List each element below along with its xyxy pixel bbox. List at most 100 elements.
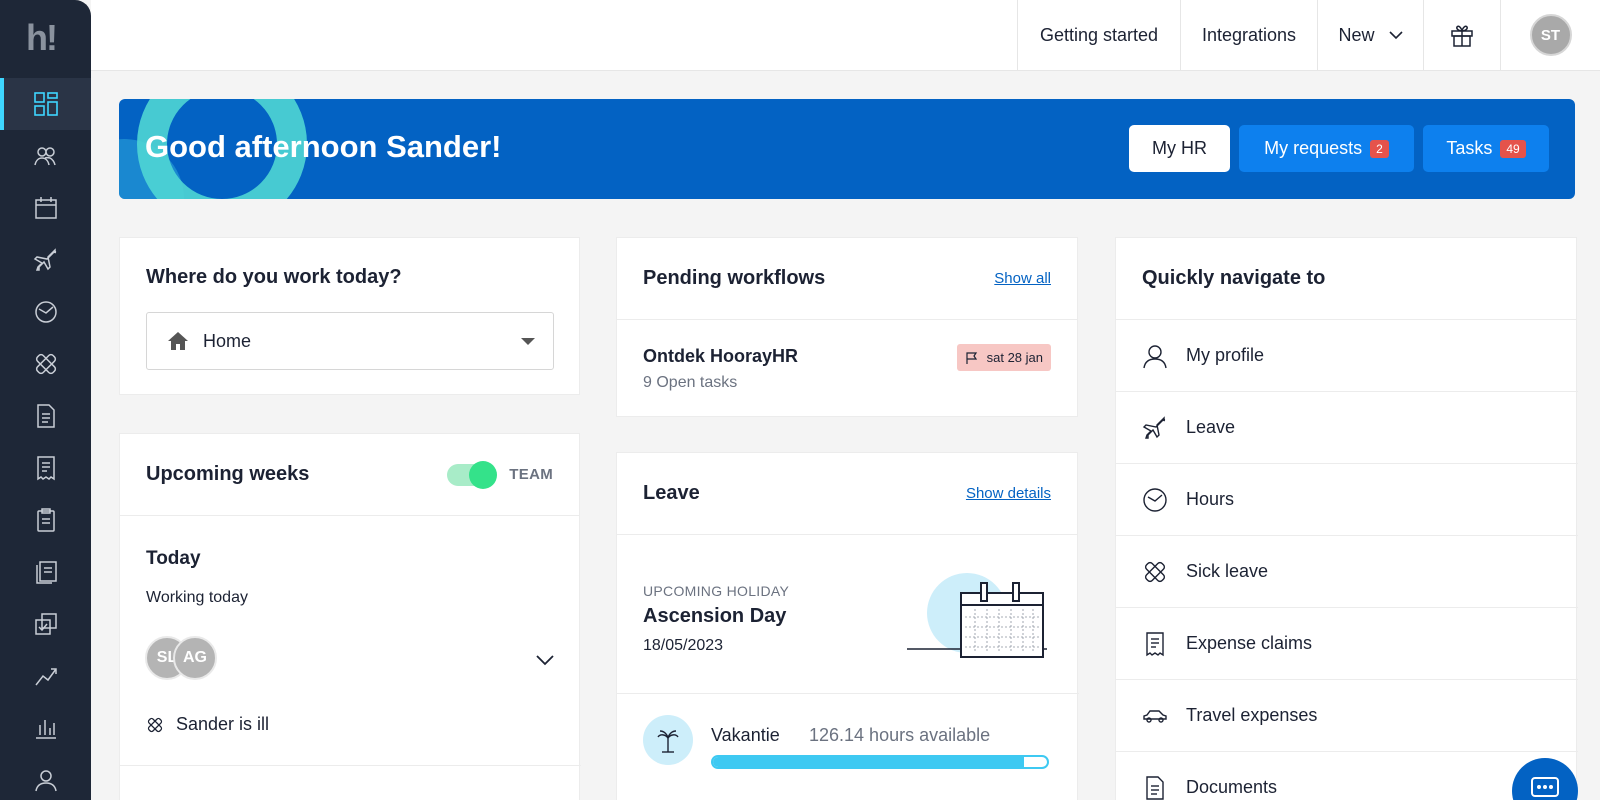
today-heading: Today [146, 548, 201, 569]
chevron-down-icon [1388, 31, 1403, 40]
due-date-text: sat 28 jan [986, 350, 1043, 365]
team-toggle-label: TEAM [509, 466, 553, 483]
dashboard-icon [33, 92, 58, 116]
app-logo[interactable]: h! [26, 18, 66, 58]
welcome-banner: Good afternoon Sander! My HR My requests… [119, 99, 1575, 199]
quick-nav-my-profile[interactable]: My profile [1116, 320, 1578, 392]
clipboard-icon [36, 508, 55, 532]
calendar-illustration [907, 573, 1047, 658]
show-all-link[interactable]: Show all [994, 270, 1051, 287]
quick-nav-label: Documents [1186, 777, 1278, 797]
sidebar-item-calendar[interactable] [0, 182, 91, 234]
checklist-icon [34, 613, 57, 635]
my-hr-button[interactable]: My HR [1129, 125, 1230, 172]
sidebar-item-hours[interactable] [0, 286, 91, 338]
gift-icon [1451, 25, 1473, 47]
documents-icon [35, 561, 57, 584]
tasks-count-badge: 49 [1500, 139, 1526, 158]
person-icon [1143, 344, 1167, 368]
sidebar-item-sick-leave[interactable] [0, 338, 91, 390]
requests-count-badge: 2 [1370, 139, 1389, 158]
quick-nav-title: Quickly navigate to [1142, 267, 1326, 289]
holiday-name: Ascension Day [643, 605, 787, 627]
my-requests-button[interactable]: My requests 2 [1239, 125, 1414, 172]
quick-nav-hours[interactable]: Hours [1116, 464, 1578, 536]
work-location-title: Where do you work today? [146, 266, 402, 288]
people-icon [33, 147, 56, 166]
sidebar-item-dashboard[interactable] [0, 78, 91, 130]
quick-nav-label: Hours [1186, 489, 1235, 509]
work-location-value: Home [203, 330, 252, 351]
due-date-badge: sat 28 jan [956, 344, 1051, 371]
plane-icon [1142, 415, 1166, 439]
vacation-type: Vakantie [711, 725, 780, 745]
quick-nav-label: Leave [1186, 417, 1236, 437]
workflow-title[interactable]: Ontdek HoorayHR [643, 346, 798, 367]
vacation-progress-bar [711, 755, 1049, 769]
tasks-button[interactable]: Tasks 49 [1423, 125, 1549, 172]
vacation-hours: 126.14 hours available [809, 725, 991, 745]
quick-nav-label: Sick leave [1186, 561, 1269, 581]
status-text: Sander is ill [176, 714, 270, 734]
flag-icon [966, 351, 977, 364]
getting-started-link[interactable]: Getting started [1017, 0, 1180, 70]
sidebar-item-reports[interactable] [0, 702, 91, 754]
pending-workflows-title: Pending workflows [643, 267, 826, 289]
sidebar-item-files[interactable] [0, 546, 91, 598]
chevron-down-icon[interactable] [536, 654, 554, 666]
top-bar: Getting started Integrations New ST [91, 0, 1600, 71]
palm-tree-icon [643, 715, 693, 765]
clock-icon [1143, 487, 1167, 512]
status-row: Sander is ill [146, 714, 269, 735]
avatar[interactable]: AG [173, 636, 217, 680]
upcoming-weeks-card: Upcoming weeks TEAM Today Working today … [119, 433, 581, 800]
new-dropdown[interactable]: New [1317, 0, 1423, 70]
leave-header: Leave Show details [617, 453, 1077, 535]
show-details-link[interactable]: Show details [966, 485, 1051, 502]
document-icon [1146, 775, 1164, 800]
team-toggle[interactable] [447, 460, 498, 489]
sidebar-item-expenses[interactable] [0, 442, 91, 494]
quick-nav-travel-expenses[interactable]: Travel expenses [1116, 680, 1578, 752]
user-menu[interactable]: ST [1500, 0, 1600, 70]
quick-nav-leave[interactable]: Leave [1116, 392, 1578, 464]
sidebar: h! [0, 0, 91, 800]
sidebar-item-documents[interactable] [0, 390, 91, 442]
sidebar-item-profile[interactable] [0, 754, 91, 800]
quick-nav-label: Expense claims [1186, 633, 1313, 653]
home-icon [168, 332, 188, 350]
document-icon [36, 404, 55, 428]
plane-icon [33, 248, 56, 271]
performance-icon [34, 668, 57, 686]
new-label: New [1338, 24, 1375, 45]
team-toggle-group: TEAM [447, 460, 553, 489]
workflow-subtitle: 9 Open tasks [643, 374, 738, 391]
upcoming-weeks-title: Upcoming weeks [146, 463, 310, 485]
pending-workflows-card: Pending workflows Show all Ontdek Hooray… [616, 237, 1078, 417]
quick-nav-documents[interactable]: Documents [1116, 752, 1578, 800]
divider [617, 693, 1079, 694]
integrations-link[interactable]: Integrations [1180, 0, 1317, 70]
clock-icon [34, 301, 57, 323]
sidebar-item-performance[interactable] [0, 650, 91, 702]
sidebar-item-onboarding[interactable] [0, 494, 91, 546]
gift-button[interactable] [1423, 0, 1500, 70]
quick-nav-expense-claims[interactable]: Expense claims [1116, 608, 1578, 680]
person-icon [34, 770, 57, 792]
divider [120, 765, 581, 766]
work-location-select[interactable]: Home [146, 312, 554, 370]
vacation-row: Vakantie 126.14 hours available [643, 715, 1105, 800]
quick-nav-sick-leave[interactable]: Sick leave [1116, 536, 1578, 608]
avatar: ST [1529, 14, 1572, 56]
sidebar-item-leave[interactable] [0, 234, 91, 286]
bandage-icon [35, 353, 56, 375]
receipt-icon [1146, 631, 1164, 656]
chat-icon [1531, 777, 1559, 797]
vacation-progress-fill [713, 757, 1024, 767]
sidebar-item-people[interactable] [0, 130, 91, 182]
holiday-date: 18/05/2023 [643, 637, 724, 654]
leave-title: Leave [643, 482, 700, 504]
greeting-title: Good afternoon Sander! [145, 129, 502, 164]
sidebar-item-tasks[interactable] [0, 598, 91, 650]
quick-nav-label: My profile [1186, 345, 1265, 365]
